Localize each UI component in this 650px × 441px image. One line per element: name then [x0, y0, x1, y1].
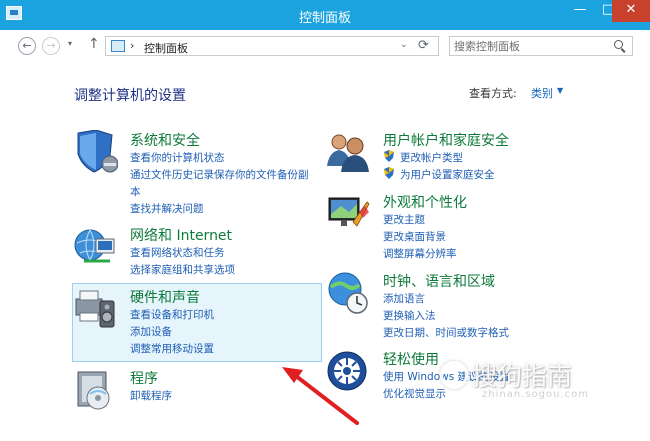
uninstall-program-link[interactable]: 卸载程序	[130, 388, 172, 403]
add-language-link[interactable]: 添加语言	[383, 291, 425, 306]
up-button[interactable]: ↑	[88, 36, 100, 52]
add-device-link[interactable]: 添加设备	[130, 324, 172, 339]
breadcrumb-control-panel[interactable]: 控制面板	[144, 40, 188, 56]
clock-globe-icon	[328, 272, 368, 314]
change-date-format-link[interactable]: 更改日期、时间或数字格式	[383, 325, 509, 340]
clock-region-heading[interactable]: 时钟、语言和区域	[383, 271, 495, 291]
change-theme-link[interactable]: 更改主题	[383, 212, 425, 227]
control-panel-icon	[111, 40, 125, 52]
watermark-logo-icon	[440, 361, 468, 389]
close-button[interactable]: ✕	[612, 0, 650, 22]
search-input[interactable]	[454, 39, 604, 53]
search-icon[interactable]	[614, 40, 623, 49]
adjust-resolution-link[interactable]: 调整屏幕分辨率	[383, 246, 457, 261]
refresh-icon[interactable]: ⟳	[418, 38, 429, 53]
address-dropdown-icon[interactable]: ⌄	[400, 40, 408, 50]
appearance-heading[interactable]: 外观和个性化	[383, 192, 467, 212]
troubleshoot-link[interactable]: 查找并解决问题	[130, 201, 204, 216]
user-accounts-heading[interactable]: 用户帐户和家庭安全	[383, 130, 509, 150]
uac-shield-icon	[384, 150, 394, 162]
navigation-bar: ← → ▾ ↑ › 控制面板 ⌄ ⟳	[0, 30, 650, 60]
hardware-sound-heading[interactable]: 硬件和声音	[130, 287, 200, 307]
page-title: 调整计算机的设置	[74, 88, 186, 104]
change-desktop-background-link[interactable]: 更改桌面背景	[383, 229, 446, 244]
optimize-visual-display-link[interactable]: 优化视觉显示	[383, 386, 446, 401]
system-security-heading[interactable]: 系统和安全	[130, 130, 200, 150]
shield-icon	[77, 130, 118, 173]
uac-shield-icon	[384, 167, 394, 179]
watermark-subtext: zhinan.sogou.com	[482, 389, 590, 400]
control-panel-window: 控制面板 — □ ✕ ← → ▾ ↑ › 控制面板 ⌄ ⟳ 调整计算机的设置 查…	[0, 0, 650, 441]
homegroup-sharing-link[interactable]: 选择家庭组和共享选项	[130, 262, 235, 277]
view-computer-status-link[interactable]: 查看你的计算机状态	[130, 150, 225, 165]
network-internet-heading[interactable]: 网络和 Internet	[130, 225, 232, 245]
change-input-method-link[interactable]: 更换输入法	[383, 308, 436, 323]
window-title: 控制面板	[298, 11, 351, 26]
back-button[interactable]: ←	[18, 37, 36, 55]
printer-speaker-icon	[75, 290, 115, 328]
watermark-text: 搜狗指南	[472, 362, 573, 391]
view-network-status-link[interactable]: 查看网络状态和任务	[130, 245, 225, 260]
family-safety-link[interactable]: 为用户设置家庭安全	[400, 167, 495, 182]
forward-button[interactable]: →	[42, 37, 60, 55]
network-globe-icon	[74, 229, 115, 263]
mobility-settings-link[interactable]: 调整常用移动设置	[130, 341, 214, 356]
minimize-button[interactable]: —	[566, 0, 594, 22]
recent-locations-button[interactable]: ▾	[68, 39, 72, 48]
title-bar[interactable]: 控制面板 — □ ✕	[0, 0, 650, 30]
ease-of-access-heading[interactable]: 轻松使用	[383, 349, 439, 369]
programs-heading[interactable]: 程序	[130, 368, 158, 388]
appearance-monitor-icon	[328, 197, 370, 227]
view-by-dropdown[interactable]: 类别	[531, 85, 553, 101]
file-history-backup-link[interactable]: 通过文件历史记录保存你的文件备份副	[130, 167, 309, 182]
file-history-backup-link-cont[interactable]: 本	[130, 184, 141, 199]
search-box[interactable]	[449, 36, 633, 56]
view-by-label: 查看方式:	[469, 87, 517, 100]
users-icon	[327, 134, 369, 172]
devices-printers-link[interactable]: 查看设备和打印机	[130, 307, 214, 322]
breadcrumb-separator-icon[interactable]: ›	[130, 39, 134, 52]
programs-disc-icon	[77, 371, 110, 410]
chevron-down-icon[interactable]: ▼	[557, 86, 563, 95]
ease-of-access-icon	[327, 351, 367, 391]
change-account-type-link[interactable]: 更改帐户类型	[400, 150, 463, 165]
address-bar[interactable]: › 控制面板 ⌄ ⟳	[105, 36, 439, 56]
